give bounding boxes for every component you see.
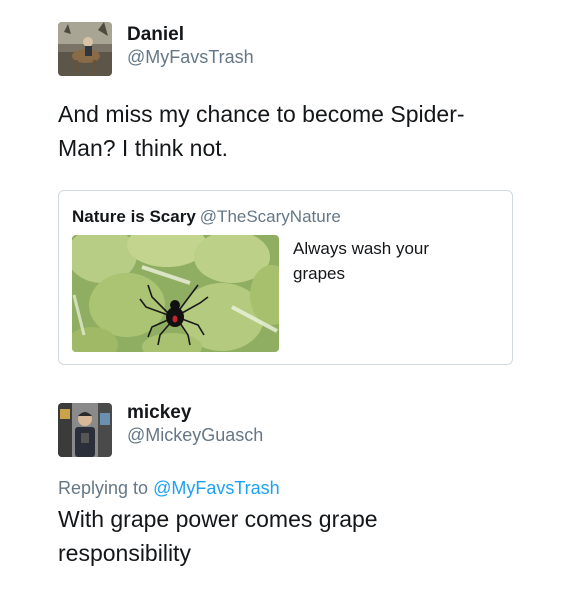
author-name[interactable]: Daniel xyxy=(127,24,184,46)
replying-to-mention-link[interactable]: @MyFavsTrash xyxy=(153,478,280,498)
quoted-author-name[interactable]: Nature is Scary xyxy=(72,207,196,226)
reply-text: With grape power comes grape responsibil… xyxy=(58,506,378,566)
quoted-tweet-header: Nature is Scary @TheScaryNature xyxy=(72,207,341,227)
avatar-daniel[interactable] xyxy=(58,22,112,76)
tweet-text: And miss my chance to become Spider- Man… xyxy=(58,101,465,161)
avatar-mickey-image xyxy=(58,403,112,457)
reply-author-name[interactable]: mickey xyxy=(127,402,191,424)
quoted-media-image[interactable] xyxy=(72,235,279,352)
quoted-tweet-card[interactable]: Nature is Scary @TheScaryNature Always w… xyxy=(58,190,513,365)
avatar-mickey[interactable] xyxy=(58,403,112,457)
grapes-spider-image xyxy=(72,235,279,352)
replying-to-label: Replying to xyxy=(58,478,149,498)
reply-author-handle[interactable]: @MickeyGuasch xyxy=(127,425,263,446)
quoted-author-handle[interactable]: @TheScaryNature xyxy=(200,207,341,226)
replying-to: Replying to @MyFavsTrash xyxy=(58,478,280,499)
avatar-daniel-image xyxy=(58,22,112,76)
author-handle[interactable]: @MyFavsTrash xyxy=(127,47,254,68)
quoted-tweet-text: Always wash your grapes xyxy=(293,239,430,283)
